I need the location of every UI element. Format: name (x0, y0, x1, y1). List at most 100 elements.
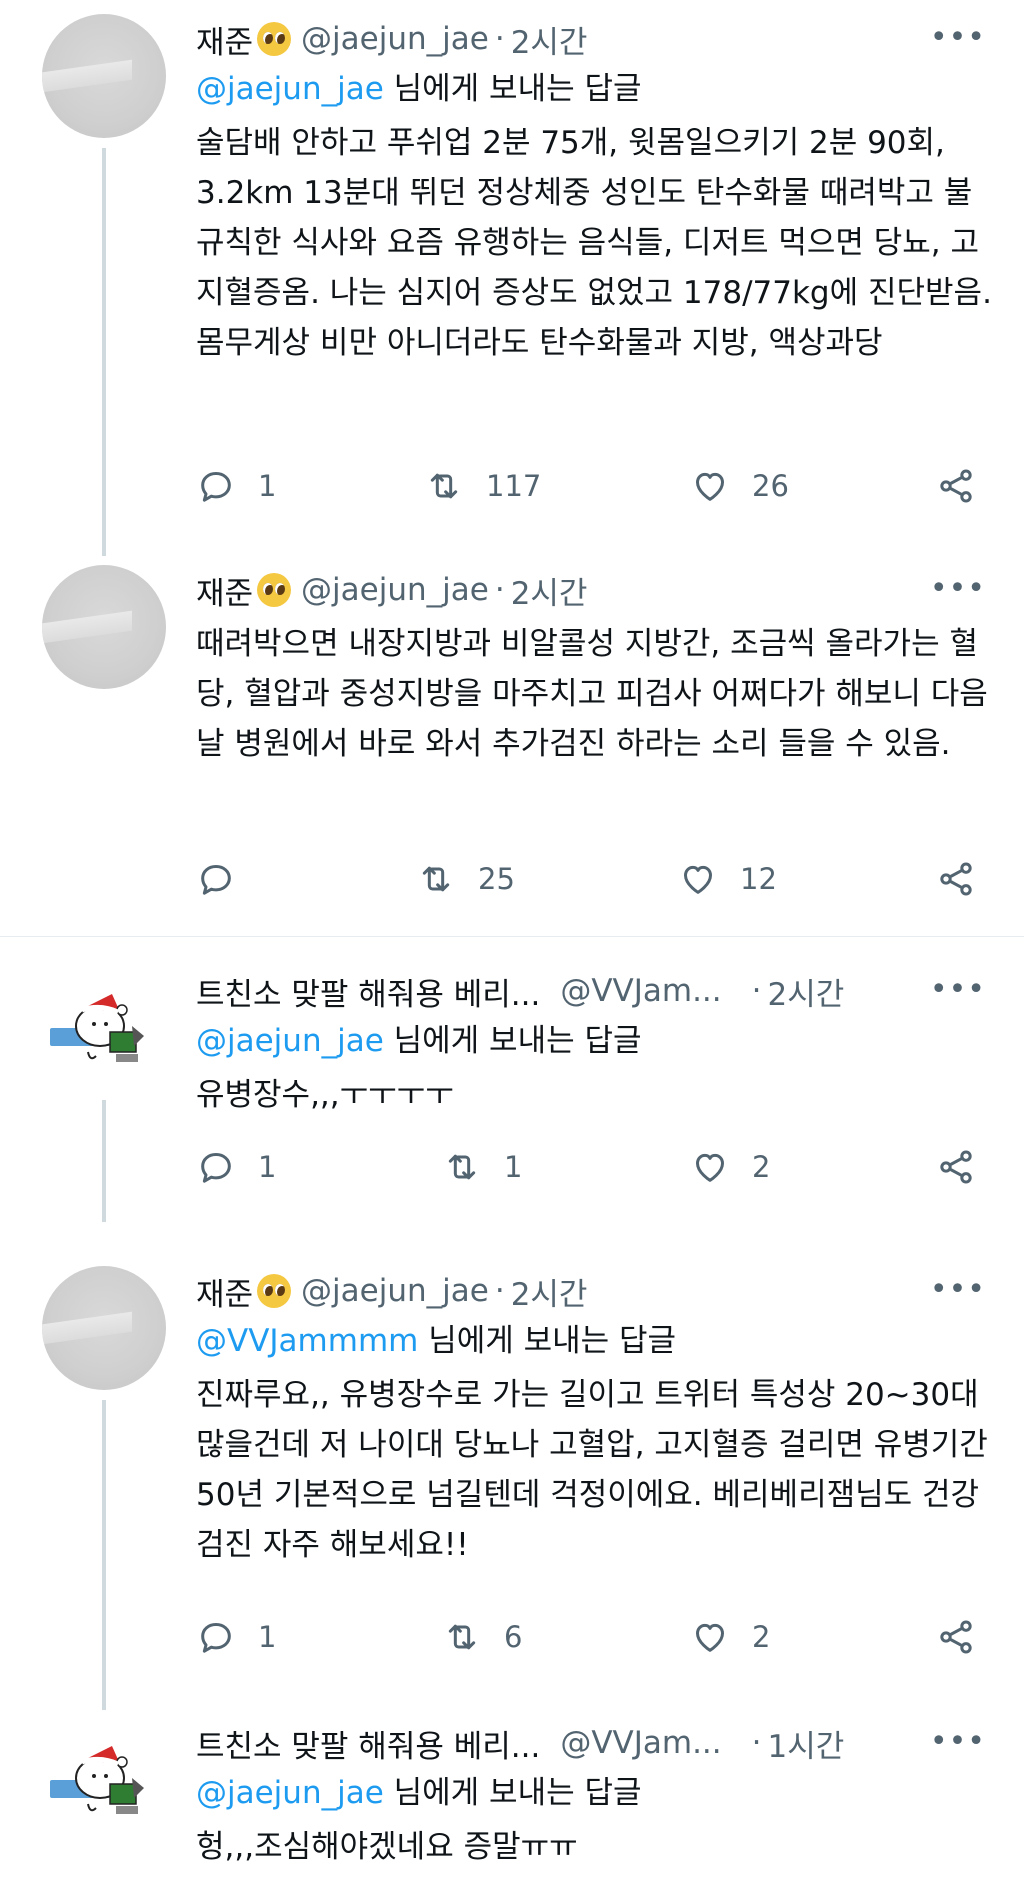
avatar[interactable] (42, 1266, 166, 1390)
like-button[interactable]: 2 (690, 1142, 770, 1192)
reply-count: 1 (258, 469, 277, 503)
like-button[interactable]: 26 (690, 461, 789, 511)
separator-dot: · (494, 21, 505, 57)
reply-to-suffix: 님에게 보내는 답글 (383, 1023, 642, 1059)
retweet-button[interactable]: 6 (442, 1612, 522, 1662)
reply-mention-link[interactable]: @jaejun_jae (196, 1023, 384, 1059)
reply-count: 1 (258, 1620, 277, 1654)
like-icon (696, 472, 724, 501)
retweet-count: 25 (478, 862, 515, 896)
share-button[interactable] (936, 461, 998, 511)
tweet-header: 재준 @jaejun_jae · 2시간 ••• (196, 14, 994, 64)
like-icon (684, 865, 712, 894)
display-name[interactable]: 재준 (196, 1269, 253, 1314)
user-handle[interactable]: @VVJam... (560, 1725, 721, 1761)
display-name[interactable]: 트친소 맞팔 해줘용 베리... (196, 969, 540, 1014)
thread-line (102, 148, 106, 556)
timestamp[interactable]: 2시간 (768, 969, 845, 1014)
tweet-separator (0, 936, 1024, 937)
share-icon (940, 1620, 972, 1654)
reply-to-line: @jaejun_jae 님에게 보내는 답글 (196, 1768, 994, 1818)
separator-dot: · (751, 973, 762, 1009)
like-count: 12 (740, 862, 777, 896)
reply-button[interactable]: 1 (196, 1612, 276, 1662)
reply-mention-link[interactable]: @jaejun_jae (196, 71, 384, 107)
user-handle[interactable]: @jaejun_jae (301, 1273, 489, 1309)
retweet-icon (448, 1154, 476, 1180)
display-name[interactable]: 트친소 맞팔 해줘용 베리... (196, 1721, 540, 1766)
timestamp[interactable]: 2시간 (511, 1269, 588, 1314)
pleading-face-emoji (257, 1274, 292, 1308)
pleading-face-emoji (257, 573, 292, 607)
tweet-actions: 1 1 2 (196, 1142, 996, 1192)
timestamp[interactable]: 2시간 (511, 568, 588, 613)
retweet-icon (448, 1624, 476, 1650)
reply-icon (201, 1153, 231, 1183)
share-icon (940, 862, 972, 896)
like-button[interactable]: 2 (690, 1612, 770, 1662)
display-name[interactable]: 재준 (196, 17, 253, 62)
more-icon[interactable]: ••• (930, 571, 986, 606)
reply-count: 1 (258, 1150, 277, 1184)
user-handle[interactable]: @VVJam... (560, 973, 721, 1009)
avatar[interactable] (42, 565, 166, 689)
like-button[interactable]: 12 (678, 854, 777, 904)
share-icon (940, 469, 972, 503)
more-icon[interactable]: ••• (930, 1272, 986, 1307)
like-count: 26 (752, 469, 789, 503)
reply-to-line: @jaejun_jae 님에게 보내는 답글 (196, 1016, 994, 1066)
reply-to-line: @VVJammmm 님에게 보내는 답글 (196, 1316, 994, 1366)
share-button[interactable] (936, 1612, 998, 1662)
reply-mention-link[interactable]: @jaejun_jae (196, 1775, 384, 1811)
retweet-count: 1 (504, 1150, 523, 1184)
more-icon[interactable]: ••• (930, 20, 986, 55)
tweet-actions: 25 12 (196, 854, 996, 904)
share-button[interactable] (936, 1142, 998, 1192)
reply-button[interactable] (196, 854, 258, 904)
pleading-face-emoji (257, 22, 292, 56)
reply-icon (201, 1623, 231, 1653)
avatar[interactable] (42, 966, 166, 1090)
retweet-count: 117 (486, 469, 542, 503)
timestamp[interactable]: 2시간 (511, 17, 588, 62)
reply-icon (201, 865, 231, 895)
separator-dot: · (494, 1273, 505, 1309)
tweet-header: 재준 @jaejun_jae · 2시간 ••• (196, 1266, 994, 1316)
share-icon (940, 1150, 972, 1184)
reply-icon (201, 472, 231, 502)
thread-line (102, 1100, 106, 1222)
like-icon (696, 1153, 724, 1182)
retweet-button[interactable]: 25 (416, 854, 515, 904)
reply-button[interactable]: 1 (196, 461, 276, 511)
cartoon-avatar-icon (50, 1746, 144, 1814)
like-icon (696, 1623, 724, 1652)
tweet-text: 술담배 안하고 푸쉬업 2분 75개, 윗몸일으키기 2분 90회, 3.2km… (196, 125, 992, 361)
retweet-button[interactable]: 1 (442, 1142, 522, 1192)
like-count: 2 (752, 1150, 771, 1184)
display-name[interactable]: 재준 (196, 568, 253, 613)
tweet-actions: 1 117 26 (196, 461, 996, 511)
reply-mention-link[interactable]: @VVJammmm (196, 1323, 418, 1359)
timestamp[interactable]: 1시간 (768, 1721, 845, 1766)
avatar[interactable] (42, 1718, 166, 1842)
tweet-header: 재준 @jaejun_jae · 2시간 ••• (196, 565, 994, 615)
like-count: 2 (752, 1620, 771, 1654)
retweet-button[interactable]: 117 (424, 461, 541, 511)
tweet-actions: 1 6 2 (196, 1612, 996, 1662)
tweet-text: 헝,,,조심해야겠네요 증말ㅠㅠ (196, 1829, 578, 1865)
reply-to-suffix: 님에게 보내는 답글 (418, 1323, 677, 1359)
separator-dot: · (494, 572, 505, 608)
cartoon-avatar-icon (50, 994, 144, 1062)
reply-to-suffix: 님에게 보내는 답글 (383, 71, 642, 107)
user-handle[interactable]: @jaejun_jae (301, 572, 489, 608)
user-handle[interactable]: @jaejun_jae (301, 21, 489, 57)
more-icon[interactable]: ••• (930, 1724, 986, 1759)
share-button[interactable] (936, 854, 998, 904)
tweet-text: 진짜루요,, 유병장수로 가는 길이고 트위터 특성상 20~30대 많을건데 … (196, 1377, 988, 1563)
thread-line (102, 1400, 106, 1710)
tweet-header: 트친소 맞팔 해줘용 베리... @VVJam... · 2시간 ••• (196, 966, 994, 1016)
retweet-icon (422, 866, 450, 892)
avatar[interactable] (42, 14, 166, 138)
more-icon[interactable]: ••• (930, 972, 986, 1007)
reply-button[interactable]: 1 (196, 1142, 276, 1192)
